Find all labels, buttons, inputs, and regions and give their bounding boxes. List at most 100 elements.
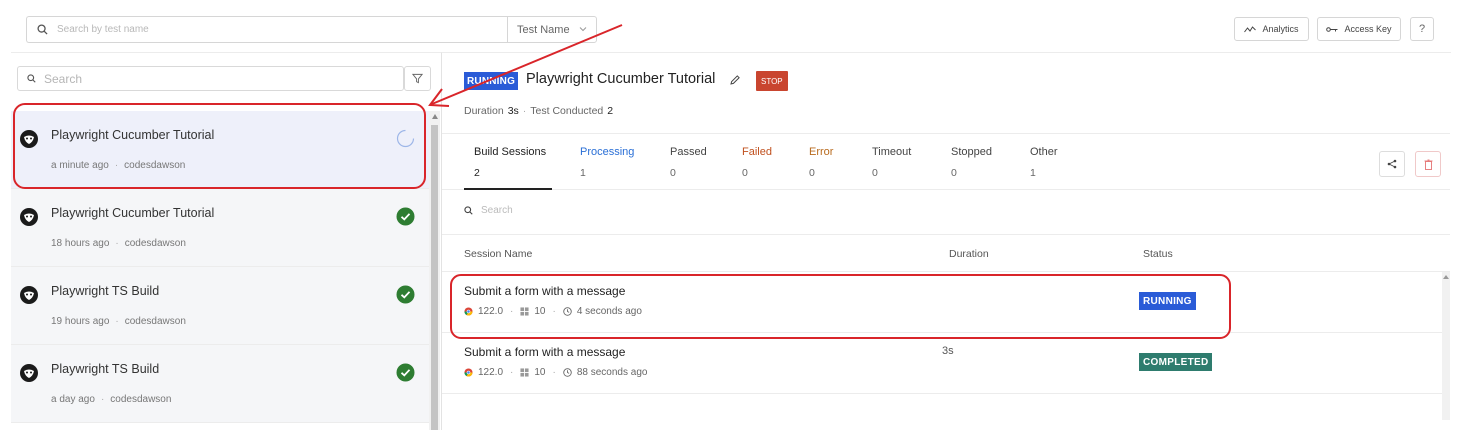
tab-count: 1 — [1030, 167, 1036, 179]
test-search-box[interactable] — [26, 16, 508, 43]
tab-label: Failed — [742, 146, 772, 158]
build-search-box[interactable] — [17, 66, 404, 91]
scroll-up-arrow-icon[interactable] — [432, 114, 438, 119]
help-button[interactable]: ? — [1410, 17, 1434, 41]
tab-count: 2 — [474, 167, 480, 179]
build-user: codesdawson — [124, 238, 186, 249]
tab-label: Processing — [580, 146, 635, 158]
clock-icon — [563, 368, 572, 377]
build-summary: Duration 3s · Test Conducted 2 — [464, 105, 614, 117]
session-tabs: Build Sessions 2 Processing 1 Passed 0 Fail… — [442, 133, 1450, 190]
build-time: a minute ago — [51, 160, 109, 171]
session-search-input[interactable] — [481, 205, 881, 216]
access-key-button[interactable]: Access Key — [1317, 17, 1401, 41]
build-meta: a day ago · codesdawson — [51, 394, 172, 405]
session-ago: 88 seconds ago — [576, 367, 648, 378]
session-row[interactable]: Submit a form with a message 122.0 · 10 … — [442, 272, 1442, 333]
duration-value: 3s — [507, 105, 519, 117]
tab-stopped[interactable]: Stopped 0 — [951, 146, 992, 179]
build-user: codesdawson — [124, 316, 186, 327]
tab-label: Error — [809, 146, 834, 158]
search-field-select-value: Test Name — [517, 23, 570, 36]
tests-label: Test Conducted — [530, 105, 604, 117]
tab-error[interactable]: Error 0 — [809, 146, 833, 179]
search-icon — [27, 74, 36, 83]
test-search-input[interactable] — [57, 24, 477, 35]
column-header-session-name: Session Name — [464, 248, 533, 260]
build-name: Playwright Cucumber Tutorial — [51, 206, 215, 220]
tab-count: 0 — [951, 167, 957, 179]
search-icon — [37, 24, 48, 35]
build-meta: 19 hours ago · codesdawson — [51, 316, 186, 327]
build-list-item[interactable]: Playwright TS Build a day ago · codesdawso… — [11, 345, 429, 423]
build-time: 19 hours ago — [51, 316, 110, 327]
analytics-icon — [1244, 25, 1257, 32]
session-meta: 122.0 · 10 · 4 seconds ago — [464, 306, 642, 317]
session-name: Submit a form with a message — [464, 345, 626, 359]
search-field-select[interactable]: Test Name — [507, 16, 597, 43]
build-list-scrollbar[interactable] — [429, 111, 440, 430]
playwright-logo-icon — [20, 208, 38, 226]
analytics-button[interactable]: Analytics — [1234, 17, 1309, 41]
top-bar: Test Name Analytics Access Key ? — [0, 0, 1460, 52]
chrome-icon — [464, 307, 473, 316]
tab-label: Stopped — [951, 146, 992, 158]
tab-failed[interactable]: Failed 0 — [742, 146, 772, 179]
sessions-scrollbar[interactable] — [1442, 272, 1450, 420]
build-list-item[interactable]: Playwright Cucumber Tutorial a minute ag… — [11, 111, 429, 189]
session-row[interactable]: Submit a form with a message 122.0 · 10 … — [442, 333, 1442, 394]
key-icon — [1326, 26, 1338, 32]
tab-timeout[interactable]: Timeout 0 — [872, 146, 911, 179]
windows-icon — [520, 368, 529, 377]
column-header-duration: Duration — [949, 248, 989, 260]
check-circle-icon — [396, 207, 415, 226]
tab-count: 0 — [809, 167, 815, 179]
browser-version: 122.0 — [478, 306, 504, 317]
tab-count: 1 — [580, 167, 586, 179]
tab-other[interactable]: Other 1 — [1030, 146, 1058, 179]
build-list-item[interactable]: Playwright Cucumber Tutorial 18 hours ag… — [11, 189, 429, 267]
scrollbar-thumb[interactable] — [431, 125, 438, 430]
filter-icon — [412, 73, 423, 84]
pencil-icon[interactable] — [729, 74, 741, 86]
session-ago: 4 seconds ago — [576, 306, 642, 317]
stop-button[interactable]: STOP — [756, 71, 788, 91]
sessions-table-header: Session Name Duration Status — [442, 234, 1450, 272]
tests-value: 2 — [607, 105, 614, 117]
build-list-item[interactable]: Playwright TS Build 19 hours ago · codesda… — [11, 267, 429, 345]
playwright-logo-icon — [20, 130, 38, 148]
trash-icon — [1424, 159, 1432, 170]
check-circle-icon — [396, 285, 415, 304]
check-circle-icon — [396, 363, 415, 382]
help-label: ? — [1418, 23, 1426, 35]
share-icon — [1387, 159, 1397, 169]
column-header-status: Status — [1143, 248, 1173, 260]
delete-button[interactable] — [1415, 151, 1441, 177]
tab-count: 0 — [742, 167, 748, 179]
active-tab-indicator — [464, 188, 552, 190]
tab-build-sessions[interactable]: Build Sessions 2 — [474, 146, 546, 179]
build-time: 18 hours ago — [51, 238, 110, 249]
share-button[interactable] — [1379, 151, 1405, 177]
tab-count: 0 — [670, 167, 676, 179]
clock-icon — [563, 307, 572, 316]
playwright-logo-icon — [20, 364, 38, 382]
tab-processing[interactable]: Processing 1 — [580, 146, 634, 179]
os-version: 10 — [534, 306, 546, 317]
build-meta: 18 hours ago · codesdawson — [51, 238, 186, 249]
session-search-box[interactable] — [464, 205, 881, 216]
build-name: Playwright Cucumber Tutorial — [51, 128, 215, 142]
chevron-down-icon — [579, 27, 587, 32]
build-title: Playwright Cucumber Tutorial — [526, 71, 716, 87]
tab-label: Passed — [670, 146, 707, 158]
scroll-up-arrow-icon[interactable] — [1443, 275, 1449, 279]
access-key-label: Access Key — [1344, 24, 1392, 34]
tab-label: Other — [1030, 146, 1058, 158]
build-list: Playwright Cucumber Tutorial a minute ag… — [11, 111, 429, 423]
build-status-badge: RUNNING — [464, 72, 519, 90]
browser-version: 122.0 — [478, 367, 504, 378]
build-search-input[interactable] — [44, 71, 394, 86]
windows-icon — [520, 307, 529, 316]
filter-button[interactable] — [404, 66, 431, 91]
tab-passed[interactable]: Passed 0 — [670, 146, 707, 179]
